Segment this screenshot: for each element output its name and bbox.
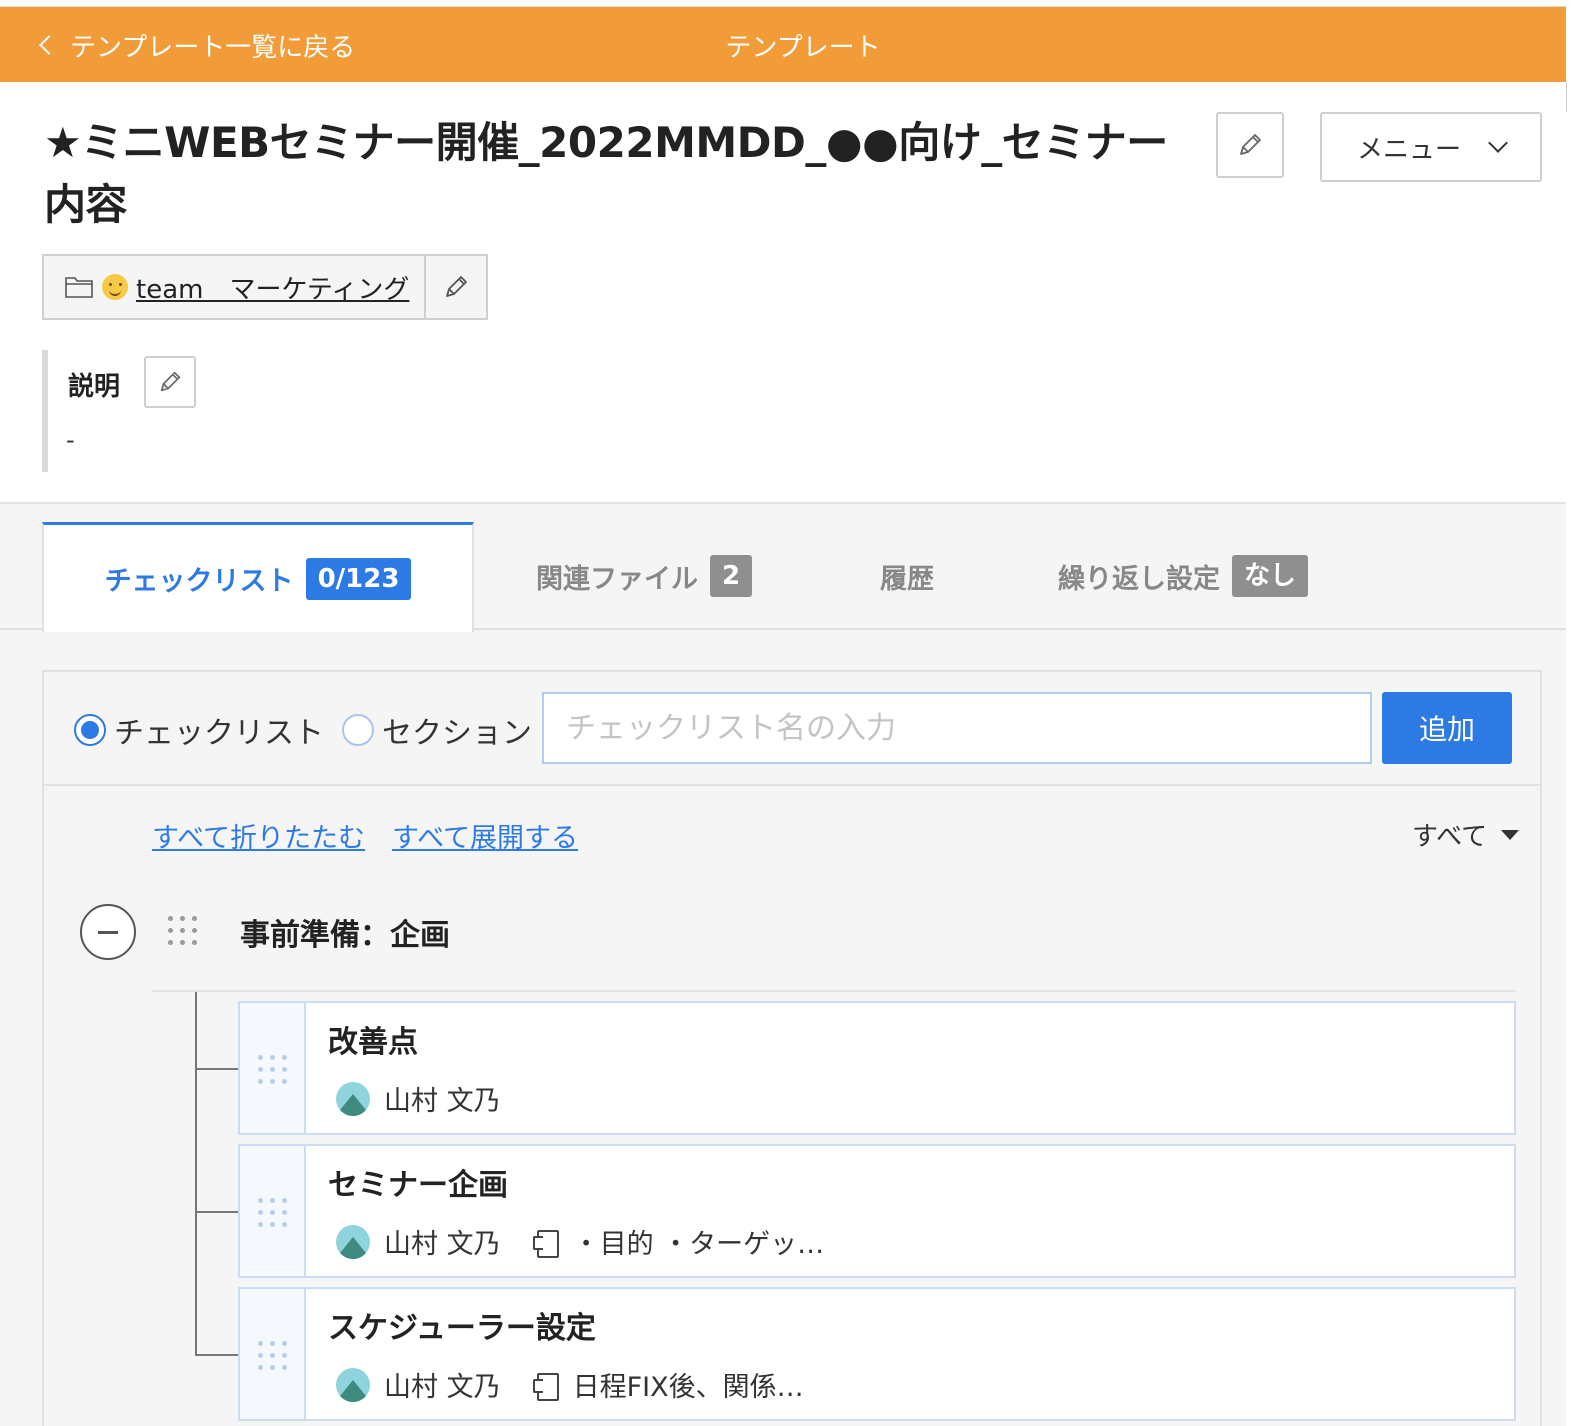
item-meta: 山村 文乃 ・目的 ・ターゲッ… xyxy=(336,1222,824,1261)
item-drag-handle[interactable] xyxy=(240,1003,306,1133)
checklist-item[interactable]: スケジューラー設定 山村 文乃 日程FIX後、関係… xyxy=(238,1287,1516,1421)
item-title: セミナー企画 xyxy=(328,1168,508,1203)
tab-repeat-settings[interactable]: 繰り返し設定 なし xyxy=(1058,522,1309,630)
tree-connector xyxy=(195,1354,239,1356)
drag-handle-icon xyxy=(258,1341,287,1370)
filter-dropdown[interactable]: すべて xyxy=(1412,816,1520,853)
team-selector: team マーケティング xyxy=(42,254,488,320)
edit-team-button[interactable] xyxy=(424,256,486,318)
item-title: 改善点 xyxy=(328,1025,418,1060)
expand-all-link[interactable]: すべて展開する xyxy=(392,816,578,855)
description-label: 説明 xyxy=(68,372,121,402)
checklist-name-input[interactable] xyxy=(542,692,1372,764)
radio-section-label: セクション xyxy=(382,716,532,751)
menu-label: メニュー xyxy=(1356,134,1461,165)
radio-button[interactable] xyxy=(342,714,374,746)
scrollbar[interactable] xyxy=(1566,82,1578,112)
assignee-name: 山村 文乃 xyxy=(384,1372,501,1403)
edit-title-button[interactable] xyxy=(1216,112,1284,178)
description-value: - xyxy=(66,426,75,454)
memo-icon xyxy=(532,1371,559,1401)
repeat-status-badge: なし xyxy=(1232,555,1309,597)
assignee-name: 山村 文乃 xyxy=(384,1086,501,1117)
template-title: ★ミニWEBセミナー開催_2022MMDD_●●向け_セミナー内容 xyxy=(44,118,1168,229)
tab-related-files[interactable]: 関連ファイル 2 xyxy=(536,522,753,630)
tree-connector xyxy=(195,1211,239,1213)
avatar xyxy=(336,1224,370,1259)
collapse-all-link[interactable]: すべて折りたたむ xyxy=(152,816,365,855)
chevron-left-icon xyxy=(39,35,59,55)
smiling-face-emoji xyxy=(102,274,128,300)
edit-description-button[interactable] xyxy=(144,356,196,408)
radio-checklist[interactable]: チェックリスト xyxy=(74,708,324,752)
section-title[interactable]: 事前準備：企画 xyxy=(240,910,450,954)
tab-label: 関連ファイル xyxy=(536,563,698,595)
assignee-name: 山村 文乃 xyxy=(384,1229,501,1260)
tree-connector xyxy=(195,1068,239,1070)
add-button[interactable]: 追加 xyxy=(1382,692,1512,764)
section-collapse-button[interactable] xyxy=(80,904,136,960)
checklist-item[interactable]: セミナー企画 山村 文乃 ・目的 ・ターゲッ… xyxy=(238,1144,1516,1278)
tree-connector xyxy=(195,992,197,1356)
memo-icon xyxy=(532,1228,559,1258)
radio-checklist-label: チェックリスト xyxy=(114,716,324,751)
tab-label: 履歴 xyxy=(880,563,934,595)
tab-history[interactable]: 履歴 xyxy=(880,522,934,630)
checklist-item[interactable]: 改善点 山村 文乃 xyxy=(238,1001,1516,1135)
files-count-badge: 2 xyxy=(710,555,753,597)
folder-icon xyxy=(65,277,93,298)
section-divider xyxy=(152,990,1516,992)
top-bar: テンプレート テンプレート一覧に戻る xyxy=(0,6,1566,82)
chevron-down-icon xyxy=(1488,133,1508,153)
pencil-icon xyxy=(160,371,181,392)
tab-label: 繰り返し設定 xyxy=(1058,563,1220,595)
pencil-icon xyxy=(1240,134,1261,155)
item-note: 日程FIX後、関係… xyxy=(572,1372,804,1403)
item-meta: 山村 文乃 日程FIX後、関係… xyxy=(336,1365,804,1404)
radio-button-selected[interactable] xyxy=(74,714,106,746)
item-meta: 山村 文乃 xyxy=(336,1079,501,1118)
caret-down-icon xyxy=(1501,829,1520,840)
avatar xyxy=(336,1081,370,1116)
tab-checklist[interactable]: チェックリスト 0/123 xyxy=(42,522,474,632)
drag-handle-icon xyxy=(258,1198,287,1227)
team-name: team マーケティング xyxy=(136,274,410,305)
description-bar xyxy=(42,350,48,472)
checklist-count-badge: 0/123 xyxy=(305,557,412,600)
drag-handle-icon xyxy=(258,1055,287,1084)
avatar xyxy=(336,1367,370,1402)
tab-label: チェックリスト xyxy=(104,566,294,597)
filter-label: すべて xyxy=(1412,822,1488,852)
item-title: スケジューラー設定 xyxy=(328,1311,596,1346)
back-link-label: テンプレート一覧に戻る xyxy=(70,32,356,63)
menu-dropdown-button[interactable]: メニュー xyxy=(1320,112,1542,182)
radio-section[interactable]: セクション xyxy=(342,708,532,752)
item-drag-handle[interactable] xyxy=(240,1146,306,1276)
item-note: ・目的 ・ターゲッ… xyxy=(572,1229,825,1260)
back-to-templates-link[interactable]: テンプレート一覧に戻る xyxy=(36,7,355,83)
pencil-icon xyxy=(446,276,467,297)
item-drag-handle[interactable] xyxy=(240,1289,306,1419)
team-link[interactable]: team マーケティング xyxy=(44,256,424,318)
section-drag-handle-icon[interactable] xyxy=(168,916,197,945)
